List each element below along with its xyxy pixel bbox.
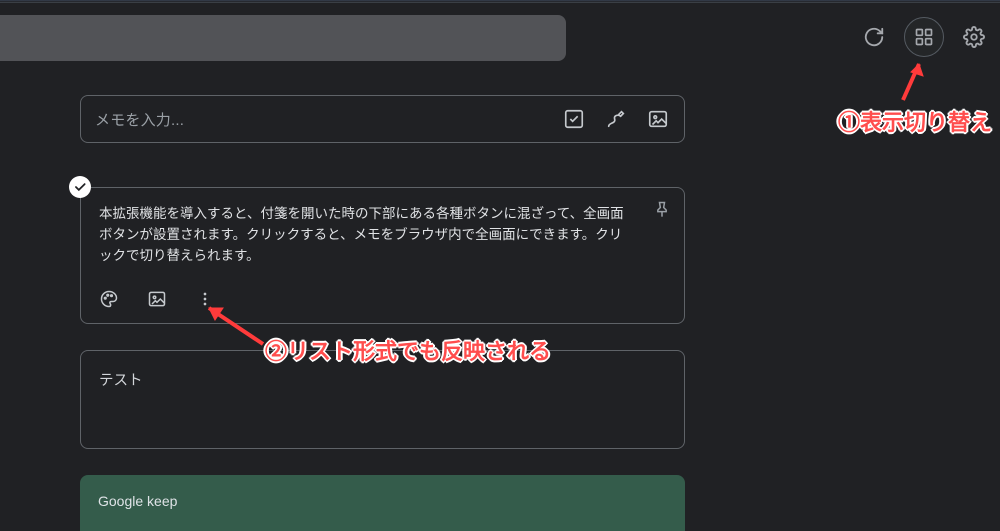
refresh-icon[interactable]	[862, 25, 886, 49]
new-image-icon[interactable]	[646, 107, 670, 131]
note-actions	[99, 285, 666, 317]
note3-title: Google keep	[98, 493, 177, 509]
note-card-1[interactable]: 本拡張機能を導入すると、付箋を開いた時の下部にある各種ボタンに混ざって、全画面ボ…	[80, 187, 685, 324]
compose-placeholder: メモを入力...	[95, 109, 544, 130]
settings-icon[interactable]	[962, 25, 986, 49]
annotation-arrow-2	[195, 296, 275, 356]
note-card-3[interactable]: Google keep	[80, 475, 685, 531]
note-body: 本拡張機能を導入すると、付箋を開いた時の下部にある各種ボタンに混ざって、全画面ボ…	[99, 204, 666, 267]
main-column: メモを入力... 本拡張機能を導入すると、付箋を開いた時の下部にある各種ボタンに…	[80, 95, 685, 531]
top-bar	[0, 3, 1000, 63]
search-input[interactable]	[0, 15, 566, 61]
pin-icon[interactable]	[652, 200, 672, 225]
annotation-2: ②リスト形式でも反映される	[265, 334, 551, 366]
new-drawing-icon[interactable]	[604, 107, 628, 131]
compose-bar[interactable]: メモを入力...	[80, 95, 685, 143]
new-list-icon[interactable]	[562, 107, 586, 131]
select-note-icon[interactable]	[69, 176, 91, 198]
note2-title: テスト	[99, 373, 143, 389]
annotation-arrow-1	[893, 50, 933, 110]
add-image-icon[interactable]	[147, 289, 167, 309]
palette-icon[interactable]	[99, 289, 119, 309]
